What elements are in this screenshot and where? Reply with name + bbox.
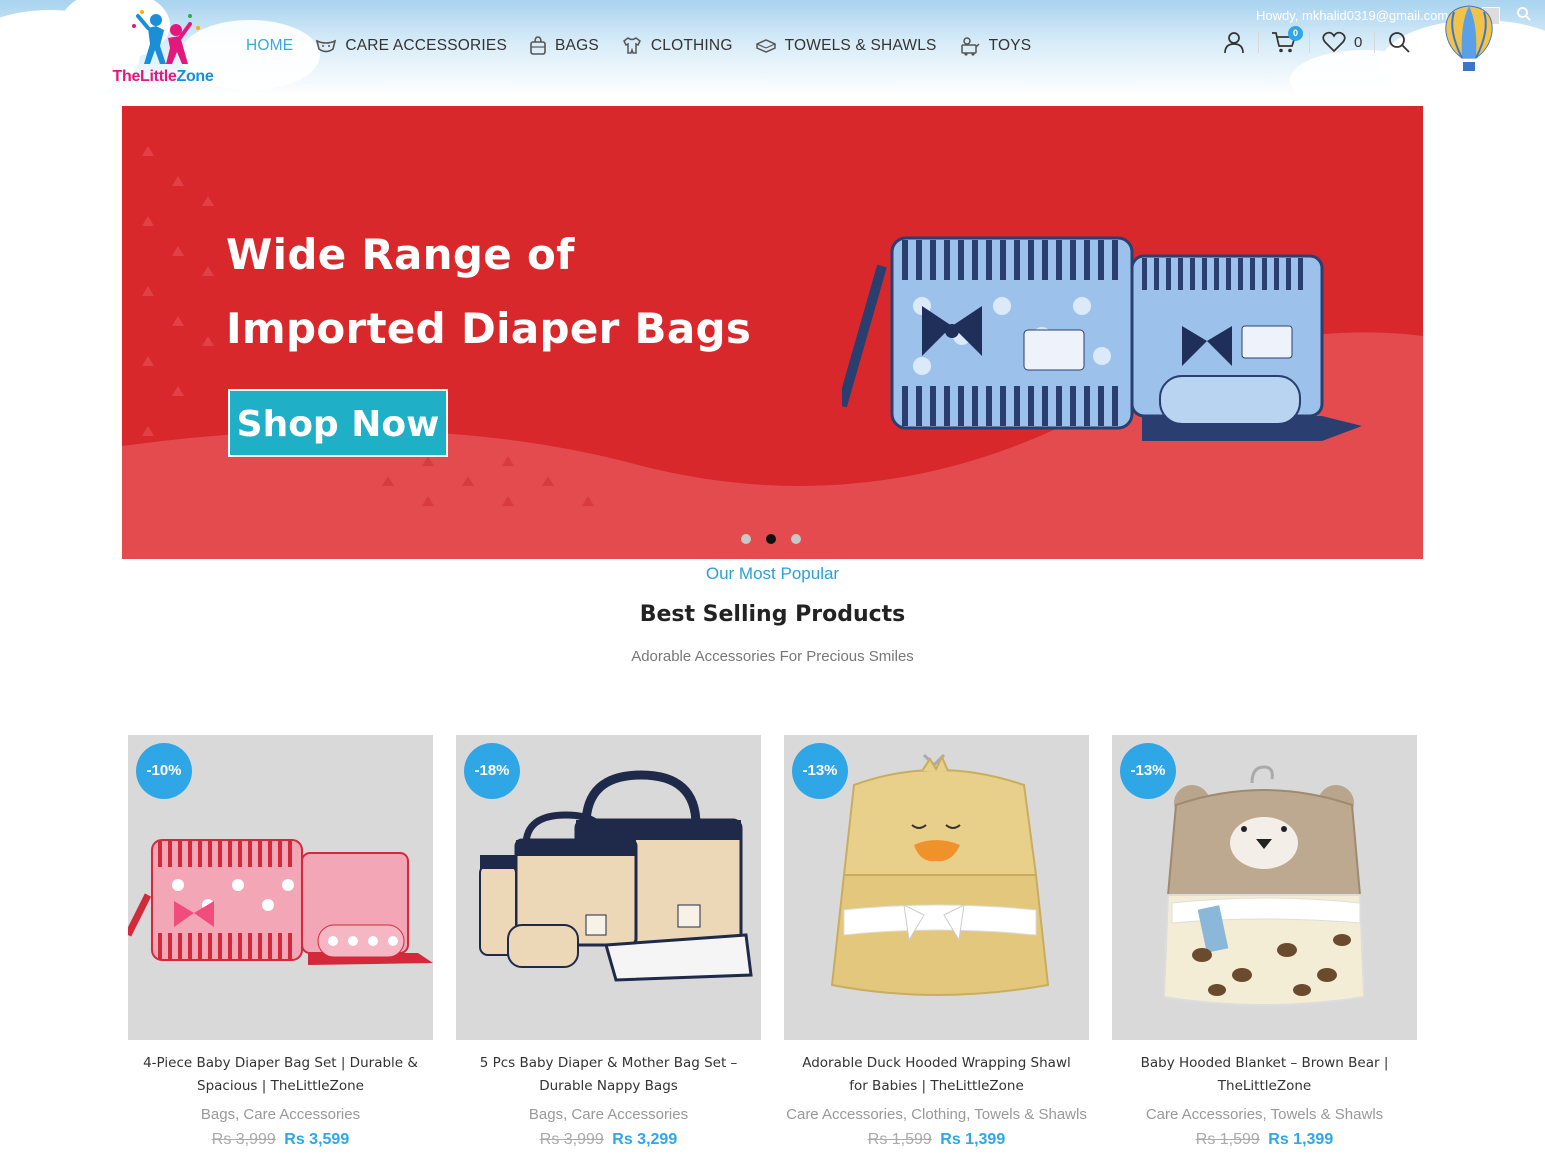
logo-the: The (112, 68, 141, 85)
heart-icon (1322, 31, 1346, 53)
product-sale-price: Rs 3,599 (284, 1131, 350, 1148)
product-price: Rs 3,999 Rs 3,599 (128, 1131, 433, 1149)
logo-wordmark: TheLittleZone (98, 68, 228, 86)
logo-zone: Zone (176, 68, 214, 85)
section-eyebrow: Our Most Popular (705, 564, 840, 583)
product-image-link[interactable]: -10% (128, 735, 433, 1040)
nav-clothing-label: CLOTHING (650, 37, 733, 54)
nav-bags[interactable]: BAGS (529, 36, 599, 56)
product-categories[interactable]: Bags, Care Accessories (456, 1104, 761, 1125)
product-image-link[interactable]: -13% (1112, 735, 1417, 1040)
product-card: -13% Adorable Duck Hooded Wrapping Shawl… (784, 735, 1089, 1149)
product-card: -10% 4-Piece Baby Diaper Bag Set | Durab… (128, 735, 433, 1149)
discount-badge: -13% (792, 743, 848, 799)
admin-howdy[interactable]: Howdy, mkhalid0319@gmail.com (1256, 8, 1448, 23)
diaper-bags-image (842, 236, 1362, 441)
hero-title-line2: Imported Diaper Bags (226, 304, 752, 353)
nav-home-label: HOME (246, 37, 294, 54)
site-header: TheLittleZone HOME CARE ACCESSORIES BAGS (0, 0, 1545, 96)
discount-badge: -18% (464, 743, 520, 799)
hero-title: Wide Range of Imported Diaper Bags (226, 218, 751, 366)
section-title: Best Selling Products (639, 602, 906, 627)
discount-badge: -10% (136, 743, 192, 799)
cart-button[interactable]: 0 (1271, 26, 1303, 54)
product-categories[interactable]: Care Accessories, Towels & Shawls (1112, 1104, 1417, 1125)
search-icon (1389, 32, 1410, 53)
nav-toys[interactable]: TOYS (959, 36, 1032, 56)
product-name[interactable]: Adorable Duck Hooded Wrapping Shawl for … (784, 1052, 1089, 1098)
search-button[interactable] (1387, 30, 1411, 54)
product-old-price: Rs 3,999 (539, 1131, 604, 1148)
section-subtitle: Adorable Accessories For Precious Smiles (631, 648, 914, 665)
hero-title-line1: Wide Range of (226, 230, 575, 279)
product-name[interactable]: Baby Hooded Blanket – Brown Bear | TheLi… (1112, 1052, 1417, 1098)
main-nav: HOME CARE ACCESSORIES BAGS CLOTHING TOWE… (246, 36, 1053, 56)
cart-count-badge: 0 (1288, 26, 1303, 41)
product-name[interactable]: 4-Piece Baby Diaper Bag Set | Durable & … (128, 1052, 433, 1098)
product-card: -18% 5 Pcs Baby Diaper & Mother Bag Set … (456, 735, 761, 1149)
nav-towels-shawls-label: TOWELS & SHAWLS (784, 37, 937, 54)
nav-care-accessories-label: CARE ACCESSORIES (345, 37, 508, 54)
product-categories[interactable]: Bags, Care Accessories (128, 1104, 433, 1125)
product-price: Rs 1,599 Rs 1,399 (1112, 1131, 1417, 1149)
hot-air-balloon-icon (1440, 4, 1498, 79)
site-logo[interactable]: TheLittleZone (98, 6, 228, 92)
product-sale-price: Rs 1,399 (1268, 1131, 1334, 1148)
hero-slider[interactable]: Wide Range of Imported Diaper Bags Shop … (122, 106, 1423, 559)
shop-now-button[interactable]: Shop Now (228, 389, 448, 457)
logo-little: Little (140, 68, 177, 85)
nav-clothing[interactable]: CLOTHING (621, 36, 733, 56)
product-name[interactable]: 5 Pcs Baby Diaper & Mother Bag Set – Dur… (456, 1052, 761, 1098)
nav-care-accessories[interactable]: CARE ACCESSORIES (315, 37, 507, 55)
header-tools: 0 0 (1222, 26, 1411, 54)
nav-bags-label: BAGS (555, 37, 599, 54)
product-image-link[interactable]: -18% (456, 735, 761, 1040)
product-old-price: Rs 1,599 (867, 1131, 932, 1148)
product-old-price: Rs 1,599 (1195, 1131, 1260, 1148)
nav-home[interactable]: HOME (246, 37, 293, 55)
nav-towels-shawls[interactable]: TOWELS & SHAWLS (755, 37, 937, 55)
product-price: Rs 1,599 Rs 1,399 (784, 1131, 1089, 1149)
product-sale-price: Rs 3,299 (612, 1131, 678, 1148)
bag-icon (530, 36, 546, 55)
product-categories[interactable]: Care Accessories, Clothing, Towels & Sha… (784, 1104, 1089, 1125)
product-old-price: Rs 3,999 (211, 1131, 276, 1148)
tools-divider (1309, 31, 1310, 53)
product-price: Rs 3,999 Rs 3,299 (456, 1131, 761, 1149)
nav-toys-label: TOYS (988, 37, 1032, 54)
product-card: -13% Baby Hooded Blanket – Brown Bear | … (1112, 735, 1417, 1149)
diaper-icon (316, 39, 337, 53)
toy-icon (960, 37, 980, 56)
slider-dot-2[interactable] (766, 534, 776, 544)
product-grid: -10% 4-Piece Baby Diaper Bag Set | Durab… (128, 735, 1440, 1149)
slider-dot-1[interactable] (741, 534, 751, 544)
admin-search-icon[interactable] (1516, 6, 1532, 27)
wishlist-button[interactable]: 0 (1322, 31, 1362, 53)
tools-divider (1374, 31, 1376, 53)
tools-divider (1258, 31, 1259, 53)
account-button[interactable] (1222, 30, 1246, 54)
slider-dot-3[interactable] (791, 534, 801, 544)
user-icon (1224, 32, 1244, 54)
towel-icon (755, 39, 776, 53)
product-image-link[interactable]: -13% (784, 735, 1089, 1040)
logo-kids-icon (132, 10, 200, 64)
discount-badge: -13% (1120, 743, 1176, 799)
onesie-icon (622, 37, 641, 54)
slider-dots (741, 534, 816, 544)
product-sale-price: Rs 1,399 (940, 1131, 1006, 1148)
wishlist-count: 0 (1354, 33, 1363, 51)
